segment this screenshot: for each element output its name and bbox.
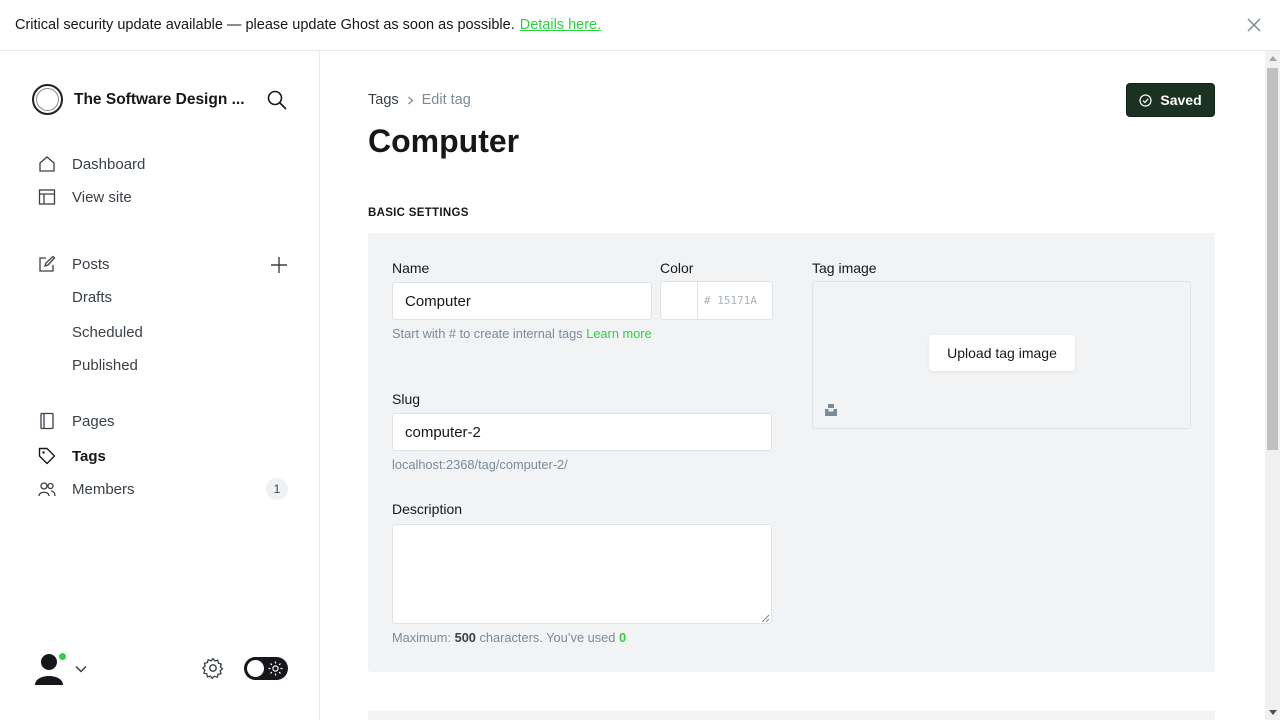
description-textarea[interactable]: [392, 524, 772, 624]
scroll-up-arrow[interactable]: [1269, 56, 1277, 61]
sun-icon: [268, 661, 283, 676]
sidebar-item-label: Scheduled: [72, 323, 143, 341]
sidebar-item-posts[interactable]: Posts: [38, 253, 110, 275]
desc-used-count: 0: [618, 630, 627, 645]
page-title: Computer: [368, 123, 520, 159]
sidebar-item-drafts[interactable]: Drafts: [72, 286, 112, 308]
description-label: Description: [392, 501, 463, 517]
check-circle-icon: [1139, 93, 1152, 107]
sidebar-item-pages[interactable]: Pages: [38, 410, 115, 432]
theme-toggle[interactable]: [244, 657, 288, 680]
save-button-label: Saved: [1160, 92, 1202, 108]
breadcrumb-current: Edit tag: [421, 92, 471, 108]
sidebar: The Software Design ... Dashboard View s…: [0, 51, 320, 720]
tag-image-dropzone[interactable]: Upload tag image: [812, 281, 1191, 429]
slug-input[interactable]: [392, 413, 772, 451]
toggle-knob: [247, 660, 264, 677]
sidebar-item-scheduled[interactable]: Scheduled: [72, 321, 143, 343]
desc-hint-middle: characters. You’ve used: [479, 630, 616, 645]
chevron-down-icon[interactable]: [74, 662, 88, 676]
color-hex-input[interactable]: # 15171A: [698, 282, 772, 319]
name-hint-text: Start with # to create internal tags: [392, 326, 583, 341]
sidebar-item-label: View site: [72, 188, 132, 206]
site-brand[interactable]: The Software Design ...: [32, 84, 245, 115]
slug-url-preview: localhost:2368/tag/computer-2/: [392, 457, 568, 472]
gear-icon[interactable]: [202, 657, 224, 679]
sidebar-item-view-site[interactable]: View site: [38, 186, 132, 208]
home-icon: [38, 155, 56, 173]
sidebar-item-published[interactable]: Published: [72, 354, 138, 376]
tag-icon: [38, 447, 56, 465]
sidebar-item-label: Tags: [72, 447, 106, 465]
color-swatch[interactable]: [661, 282, 698, 319]
name-hint: Start with # to create internal tags Lea…: [392, 323, 652, 344]
desc-hint-prefix: Maximum:: [392, 630, 452, 645]
tag-image-label: Tag image: [812, 260, 877, 276]
sidebar-item-label: Members: [72, 480, 135, 498]
next-settings-panel: [368, 711, 1215, 720]
sidebar-item-tags[interactable]: Tags: [38, 445, 106, 467]
members-count-badge: 1: [266, 478, 288, 500]
layout-icon: [38, 188, 56, 206]
sidebar-item-label: Posts: [72, 255, 110, 273]
edit-icon: [38, 255, 56, 273]
upload-tag-image-button[interactable]: Upload tag image: [929, 335, 1075, 371]
color-field: # 15171A: [660, 281, 773, 320]
sidebar-item-dashboard[interactable]: Dashboard: [38, 153, 145, 175]
site-title: The Software Design ...: [74, 90, 245, 108]
sidebar-item-label: Dashboard: [72, 155, 146, 173]
online-status-dot: [57, 651, 68, 662]
learn-more-link[interactable]: Learn more: [586, 326, 651, 341]
site-logo-icon: [32, 84, 63, 115]
slug-label: Slug: [392, 391, 421, 407]
color-label: Color: [660, 260, 694, 276]
user-avatar[interactable]: [33, 651, 68, 687]
page-icon: [38, 412, 56, 430]
save-button[interactable]: Saved: [1126, 83, 1215, 117]
main-content: Tags Edit tag Computer Saved BASIC SETTI…: [320, 51, 1265, 720]
page-scrollbar[interactable]: [1265, 51, 1280, 720]
chevron-right-icon: [407, 96, 414, 104]
breadcrumb-tags-link[interactable]: Tags: [368, 92, 399, 108]
add-post-icon[interactable]: [269, 255, 289, 275]
sidebar-item-members[interactable]: Members: [38, 478, 135, 500]
section-title: BASIC SETTINGS: [368, 207, 469, 219]
banner-message: Critical security update available — ple…: [15, 17, 515, 33]
banner-details-link[interactable]: Details here.: [520, 17, 601, 33]
sidebar-item-label: Drafts: [72, 288, 113, 306]
sidebar-item-label: Published: [72, 356, 138, 374]
unsplash-icon[interactable]: [824, 403, 838, 417]
breadcrumb: Tags Edit tag: [368, 92, 471, 108]
scrollbar-thumb[interactable]: [1267, 68, 1278, 450]
description-hint: Maximum: 500 characters. You’ve used 0: [392, 627, 626, 648]
scroll-down-arrow[interactable]: [1269, 710, 1277, 715]
resize-grip-icon[interactable]: [761, 614, 770, 623]
search-icon[interactable]: [266, 89, 288, 111]
desc-max: 500: [454, 630, 476, 645]
members-icon: [38, 480, 56, 498]
sidebar-item-label: Pages: [72, 412, 115, 430]
name-label: Name: [392, 260, 430, 276]
close-icon[interactable]: [1244, 15, 1264, 35]
update-banner: Critical security update available — ple…: [0, 0, 1280, 51]
name-input[interactable]: [392, 282, 652, 320]
